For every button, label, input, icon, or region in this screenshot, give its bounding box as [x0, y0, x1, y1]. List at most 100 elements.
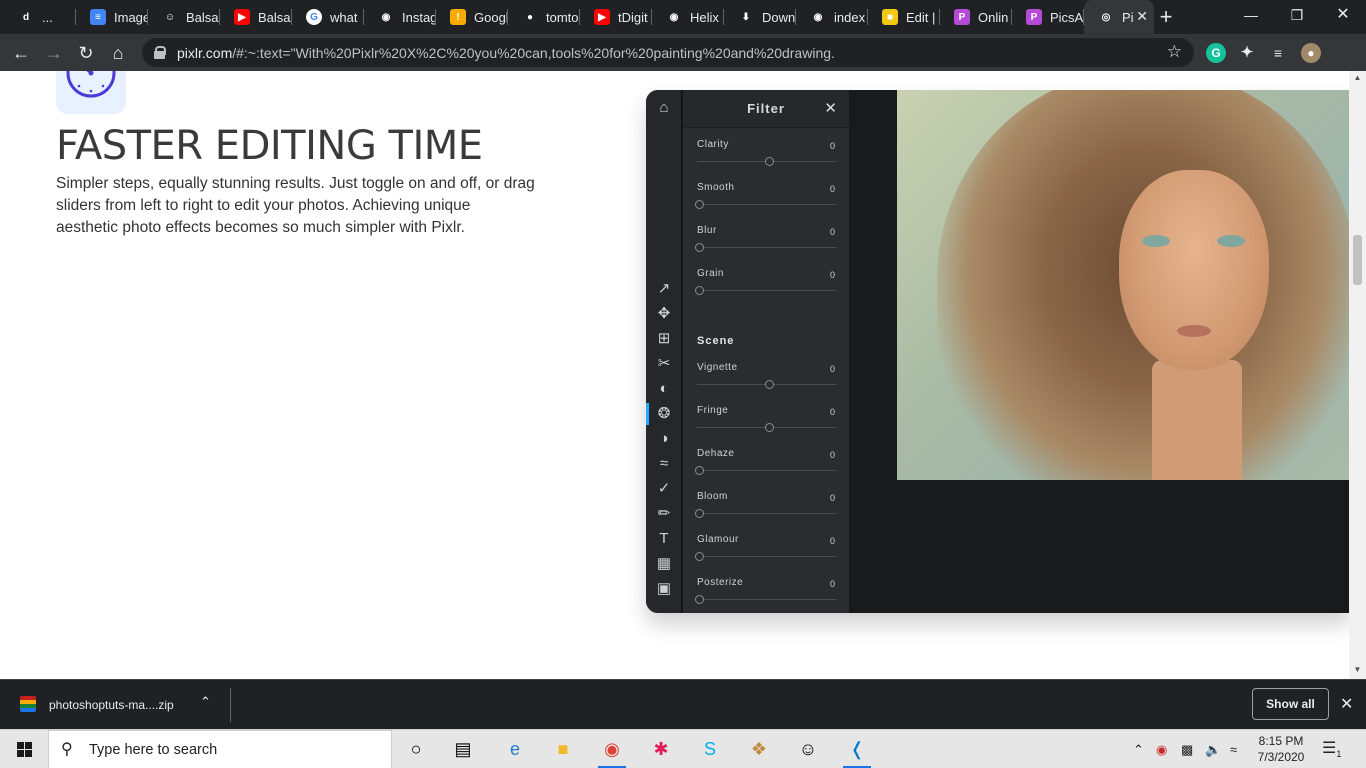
grammarly-icon[interactable]: G	[1206, 43, 1226, 63]
slider-track[interactable]	[697, 204, 837, 205]
tab-pixlr-icon[interactable]: ◎ Pi ✕	[1084, 0, 1154, 34]
slider-track[interactable]	[697, 470, 837, 471]
volume-icon[interactable]: 🔈	[1205, 730, 1221, 768]
slider-glamour[interactable]: Glamour 0	[695, 534, 837, 574]
home-button[interactable]: ⌂	[105, 40, 131, 66]
file-explorer-icon[interactable]: ■	[543, 734, 583, 765]
chrome-icon[interactable]: ◉	[592, 734, 632, 768]
tab-download-icon[interactable]: ⬇ Down	[724, 0, 796, 34]
slider-track[interactable]	[697, 247, 837, 248]
tab-youtube-icon[interactable]: ▶ Balsar	[220, 0, 292, 34]
notifications-icon[interactable]: ☰1	[1322, 738, 1344, 760]
tab-google-icon[interactable]: Gwhat	[292, 0, 364, 34]
forward-button[interactable]: →	[41, 40, 67, 66]
new-tab-button[interactable]: +	[1154, 4, 1178, 30]
slider-dehaze[interactable]: Dehaze 0	[695, 448, 837, 488]
slider-knob[interactable]	[695, 552, 704, 561]
move-icon[interactable]: ✥	[654, 304, 674, 324]
slider-track[interactable]	[697, 513, 837, 514]
liquify-icon[interactable]: ≈	[654, 454, 674, 474]
image-icon[interactable]: ▣	[654, 579, 674, 599]
slider-vignette[interactable]: Vignette 0	[697, 362, 837, 402]
chevron-up-icon[interactable]: ⌃	[200, 694, 211, 710]
tab-youtube-icon[interactable]: ▶ tDigit	[580, 0, 652, 34]
tab-keep-icon[interactable]: ! Googl	[436, 0, 508, 34]
tab-picsart-icon[interactable]: P PicsA	[1012, 0, 1084, 34]
slider-knob[interactable]	[765, 423, 774, 432]
text-icon[interactable]: T	[654, 529, 674, 549]
slider-blur[interactable]: Blur 0	[695, 225, 837, 265]
effect-icon[interactable]: ◑	[654, 429, 674, 449]
minimize-button[interactable]: —	[1228, 0, 1274, 34]
tab-globe-icon[interactable]: ◉ Helix	[652, 0, 724, 34]
battery-icon[interactable]: ▩	[1181, 730, 1193, 768]
task-view-icon[interactable]: ▤	[443, 734, 483, 765]
slider-track[interactable]	[697, 556, 837, 557]
slider-track[interactable]	[697, 599, 837, 600]
profile-avatar[interactable]: ●	[1301, 43, 1321, 63]
window-close-button[interactable]: ✕	[1320, 0, 1366, 34]
start-button[interactable]	[0, 730, 48, 768]
edge-icon[interactable]: e	[495, 734, 535, 765]
address-bar[interactable]: pixlr.com/#:~:text="With%20Pixlr%20X%2C%…	[142, 38, 1194, 67]
close-icon[interactable]: ✕	[824, 99, 837, 117]
bookmark-star-icon[interactable]: ☆	[1167, 42, 1182, 62]
scroll-down-arrow[interactable]: ▼	[1353, 665, 1362, 674]
emoji-app-icon[interactable]: ☺	[788, 734, 828, 765]
tab-tiktok-icon[interactable]: d...	[4, 0, 76, 34]
download-item[interactable]: photoshoptuts-ma....zip ⌃	[0, 680, 230, 730]
extensions-puzzle-icon[interactable]: ✦	[1237, 43, 1257, 63]
tab-github-icon[interactable]: ● tomto	[508, 0, 580, 34]
taskbar-search[interactable]: ⚲ Type here to search	[48, 730, 392, 768]
home-icon[interactable]: ⌂	[654, 98, 674, 118]
slider-smooth[interactable]: Smooth 0	[695, 182, 837, 222]
adjust-icon[interactable]: ◐	[654, 379, 674, 399]
slider-grain[interactable]: Grain 0	[695, 268, 837, 308]
slider-knob[interactable]	[695, 286, 704, 295]
network-error-icon[interactable]: ◉	[1156, 730, 1167, 768]
cortana-icon[interactable]: ○	[396, 734, 436, 765]
skype-icon[interactable]: S	[690, 734, 730, 765]
scrollbar-thumb[interactable]	[1353, 235, 1362, 285]
slider-knob[interactable]	[765, 380, 774, 389]
slider-fringe[interactable]: Fringe 0	[697, 405, 837, 445]
filter-icon[interactable]: ❂	[654, 404, 674, 424]
crop-icon[interactable]: ⊞	[654, 329, 674, 349]
scroll-up-arrow[interactable]: ▲	[1353, 73, 1362, 82]
slider-track[interactable]	[697, 290, 837, 291]
retouch-icon[interactable]: ✓	[654, 479, 674, 499]
pattern-icon[interactable]: ▦	[654, 554, 674, 574]
slider-knob[interactable]	[695, 595, 704, 604]
reload-button[interactable]: ↻	[73, 40, 99, 66]
slider-knob[interactable]	[695, 466, 704, 475]
show-all-button[interactable]: Show all	[1252, 688, 1329, 720]
tab-globe-icon[interactable]: ◉ index	[796, 0, 868, 34]
slack-icon[interactable]: ✱	[641, 734, 681, 765]
close-icon[interactable]: ✕	[1340, 694, 1353, 714]
slider-clarity[interactable]: Clarity 0	[697, 139, 837, 179]
cutout-scissors-icon[interactable]: ✂	[654, 354, 674, 374]
restore-button[interactable]: ❐	[1274, 0, 1320, 34]
tab-globe-icon[interactable]: ◉ Instag	[364, 0, 436, 34]
wifi-icon[interactable]: ≈	[1230, 730, 1237, 768]
taskbar-clock[interactable]: 8:15 PM 7/3/2020	[1250, 733, 1312, 765]
tab-edit-app-icon[interactable]: ■ Edit |	[868, 0, 940, 34]
tab-docs-icon[interactable]: ≡ Image	[76, 0, 148, 34]
slider-knob[interactable]	[765, 157, 774, 166]
vscode-icon[interactable]: ❬	[837, 734, 877, 768]
chevron-up-icon[interactable]: ⌃	[1133, 730, 1144, 768]
slider-knob[interactable]	[695, 243, 704, 252]
slider-knob[interactable]	[695, 509, 704, 518]
tab-smiley-icon[interactable]: ☺ Balsar	[148, 0, 220, 34]
close-tab-icon[interactable]: ✕	[1136, 8, 1148, 25]
brush-icon[interactable]: ✏	[654, 504, 674, 524]
back-button[interactable]: ←	[8, 40, 34, 66]
slider-posterize[interactable]: Posterize 0	[695, 577, 837, 613]
tab-picsart-icon[interactable]: P Onlin	[940, 0, 1012, 34]
slider-bloom[interactable]: Bloom 0	[695, 491, 837, 531]
paint-icon[interactable]: ❖	[739, 734, 779, 765]
media-control-icon[interactable]: ≡	[1268, 43, 1288, 63]
slider-knob[interactable]	[695, 200, 704, 209]
arrange-icon[interactable]: ↗	[654, 279, 674, 299]
page-scrollbar[interactable]: ▲ ▼	[1349, 71, 1366, 679]
